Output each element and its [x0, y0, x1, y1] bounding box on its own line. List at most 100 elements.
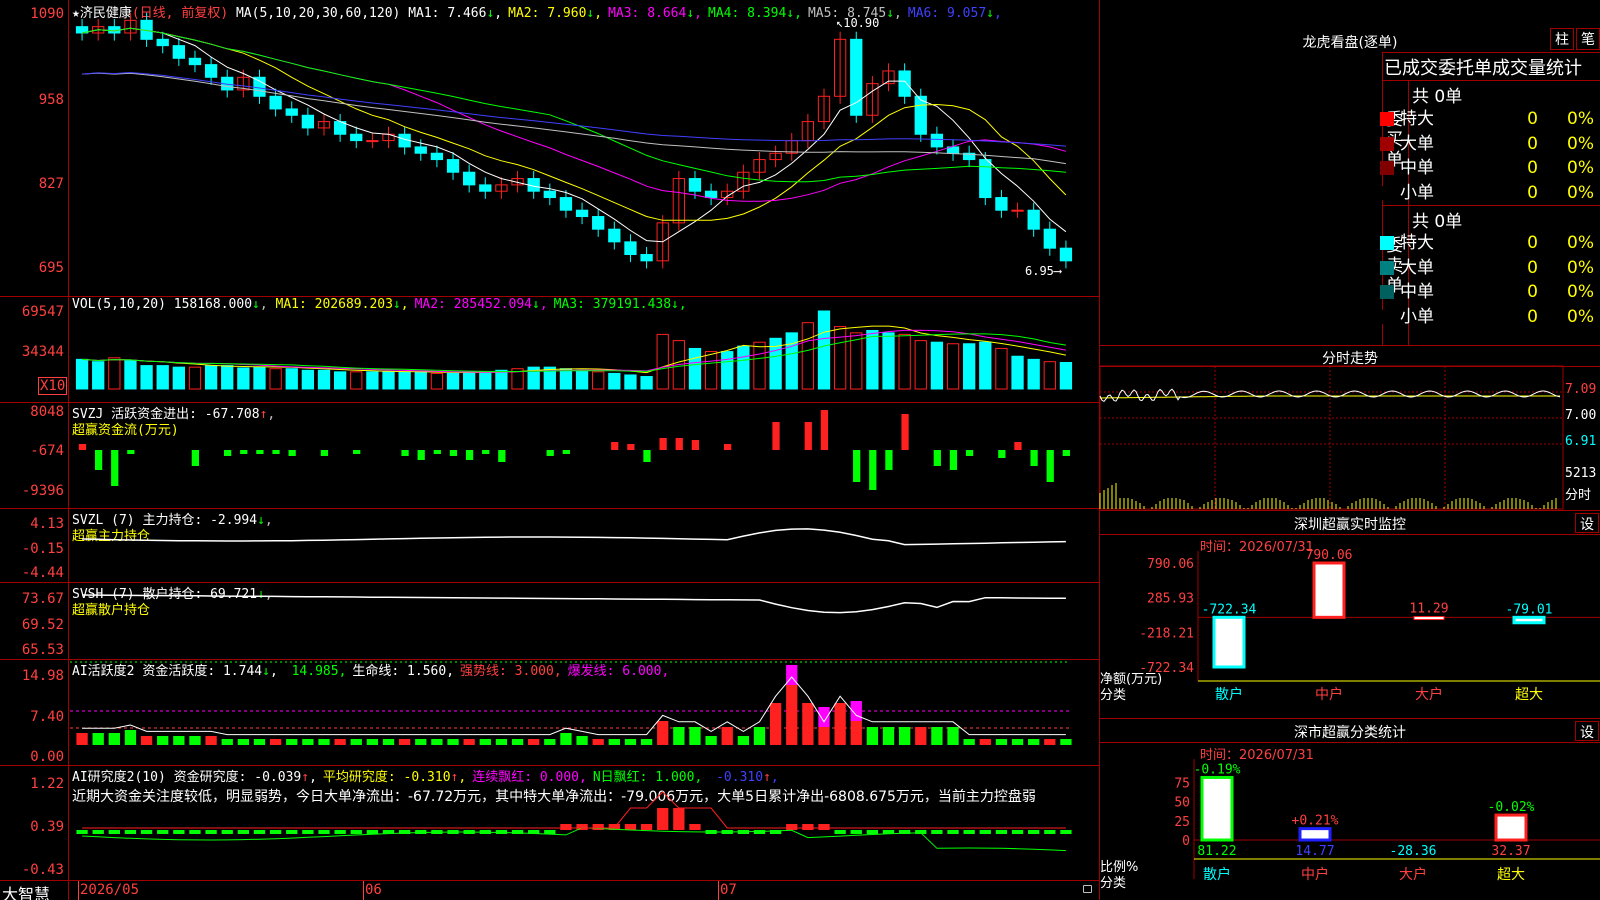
candle-down: [479, 184, 492, 192]
outflow-bar: [643, 450, 651, 462]
intraday-y-tick: 7.00: [1565, 408, 1597, 423]
volume-bar: [882, 332, 895, 390]
activity-line: [82, 676, 1066, 736]
candle-down: [430, 152, 444, 161]
candle-down: [575, 209, 589, 218]
research-bar: [318, 830, 330, 834]
candle-down: [543, 190, 556, 199]
activity-bar: [640, 739, 653, 745]
research-bar: [802, 824, 814, 830]
research-bar: [76, 830, 88, 834]
svzl-pane[interactable]: 4.13 -0.15 -4.44 SVZL (7) 主力持仓: -2.994↓,…: [0, 509, 1100, 582]
ai-active-chart: [70, 661, 1072, 745]
activity-bar: [769, 703, 782, 745]
activity-bar: [382, 739, 395, 745]
outflow-bar: [288, 450, 296, 456]
brand-logo[interactable]: 大智慧: [2, 881, 50, 900]
main-price-pane[interactable]: 1090 958 827 695 ★济民健康(日线, 前复权) MA(5,10,…: [0, 0, 1100, 296]
activity-bar: [399, 739, 411, 745]
research-bar: [1044, 830, 1056, 834]
order-color-swatch: [1380, 185, 1394, 200]
activity-bar: [205, 736, 217, 745]
order-pct: 0%: [1567, 257, 1594, 278]
sz-monitor-y-tick: 285.93: [1147, 592, 1194, 607]
volume-bar: [446, 372, 460, 390]
outflow-bar: [1030, 450, 1038, 466]
candle-down: [188, 57, 202, 66]
inflow-bar: [1014, 442, 1022, 450]
tick-mode-button[interactable]: 笔: [1576, 28, 1600, 50]
activity-bar: [157, 736, 169, 745]
outflow-bar: [562, 450, 570, 454]
candle-down: [704, 190, 718, 199]
research-bar: [237, 830, 249, 834]
ai-research-pane[interactable]: 1.22 0.39 -0.43 AI研究度2(10) 资金研究度: -0.039…: [0, 766, 1100, 880]
activity-bar: [528, 739, 540, 745]
bar-mode-button[interactable]: 柱: [1550, 28, 1574, 50]
high-price-marker: ↖10.90: [836, 16, 880, 30]
outflow-bar: [949, 450, 958, 470]
lock-icon[interactable]: [1083, 885, 1092, 893]
svzj-bar-chart: [78, 410, 1070, 490]
volume-bar: [172, 366, 185, 390]
volume-bar: [914, 340, 927, 390]
svsh-pane[interactable]: 73.67 69.52 65.53 SVSH (7) 散户持仓: 69.721↓…: [0, 583, 1100, 659]
sz-stats-category: 散户: [1203, 866, 1231, 883]
sz-monitor-category: 超大: [1515, 687, 1543, 703]
sz-stats-change-label: +0.21%: [1292, 814, 1339, 829]
order-type: 中单: [1400, 282, 1434, 302]
research-bar: [657, 808, 669, 830]
research-bar: [673, 808, 685, 830]
volume-bar: [204, 365, 218, 390]
volume-bar: [753, 341, 766, 390]
order-row: 特大 0 0%: [1380, 228, 1600, 253]
indicator-line: [82, 594, 1066, 614]
research-bar: [1011, 830, 1024, 834]
outflow-bar: [965, 450, 974, 456]
candle-down: [592, 216, 605, 230]
ai-active-pane[interactable]: 14.98 7.40 0.00 AI活跃度2 资金活跃度: 1.744↓, 14…: [0, 660, 1100, 765]
activity-bar: [1028, 739, 1040, 745]
volume-bar: [124, 360, 137, 390]
candle-down: [850, 38, 863, 116]
longhu-tabs[interactable]: 已成交委托单成交量统计: [1384, 54, 1600, 80]
activity-bar: [302, 739, 314, 745]
candle-down: [640, 254, 653, 262]
intraday-y-tick: 6.91: [1565, 434, 1597, 449]
volume-pane[interactable]: 69547 34344 X10 VOL(5,10,20) 158168.000↓…: [0, 297, 1100, 402]
activity-bar: [76, 733, 88, 745]
activity-bar: [431, 739, 443, 745]
volume-bar: [898, 333, 911, 390]
outflow-bar: [272, 450, 280, 454]
volume-bar: [640, 376, 653, 390]
sz-monitor-panel[interactable]: 深圳超赢实时监控 设 时间：2026/07/31 净额(万元) 分类 790.0…: [1100, 511, 1600, 718]
sz-stats-panel[interactable]: 深市超赢分类统计 设 时间：2026/07/31 比例% 分类 75 50 25 0-…: [1100, 719, 1600, 900]
volume-bar: [269, 368, 282, 390]
activity-bar: [447, 739, 459, 745]
intraday-panel[interactable]: 分时走势 7.09 7.00 6.91 5213 分时: [1099, 346, 1600, 510]
sz-stats-change-label: -0.02%: [1488, 800, 1535, 815]
candle-down: [253, 76, 266, 97]
price-y-tick: 1090: [30, 6, 64, 22]
research-bar: [108, 830, 120, 834]
candle-down: [608, 228, 621, 243]
candle-up: [1011, 209, 1024, 212]
sz-monitor-category: 大户: [1415, 686, 1443, 703]
date-tick: 06: [365, 882, 382, 898]
activity-bar: [221, 739, 233, 745]
svzl-y-tick: -0.15: [21, 541, 64, 557]
svzj-pane[interactable]: 8048 -674 -9396 SVZJ 活跃资金进出: -67.708↑, 超…: [0, 403, 1100, 508]
ai-research-y-tick: 0.39: [30, 819, 64, 835]
volume-bar: [495, 369, 508, 390]
volume-bar: [785, 332, 798, 390]
volume-bar: [382, 371, 395, 390]
date-tick: 2026/05: [80, 882, 140, 898]
activity-bar: [866, 727, 879, 745]
order-pct: 0%: [1567, 182, 1594, 203]
order-count: 0: [1527, 182, 1538, 203]
sz-stats-y-tick: 50: [1174, 796, 1190, 811]
order-pct: 0%: [1567, 233, 1594, 253]
order-color-swatch: [1380, 161, 1394, 175]
research-bar: [818, 824, 830, 830]
outflow-bar: [853, 450, 861, 482]
